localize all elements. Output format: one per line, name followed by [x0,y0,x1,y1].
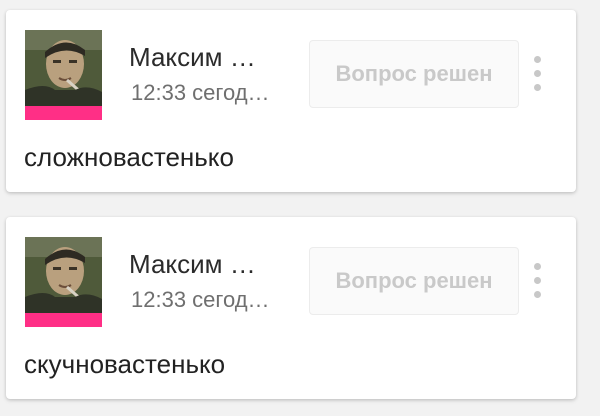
comment-text: скучновастенько [24,349,226,379]
menu-dot [534,70,541,77]
timestamp: 12:33 сегод… [131,80,270,105]
menu-dot [534,56,541,63]
timestamp: 12:33 сегод… [131,287,270,312]
author-name[interactable]: Максим … [129,249,289,279]
more-vertical-icon[interactable] [526,54,548,94]
avatar[interactable] [25,237,102,327]
menu-dot [534,277,541,284]
comment-text: сложновастенько [24,142,234,172]
avatar[interactable] [25,30,102,120]
comment-card: Максим … 12:33 сегод… Вопрос решен сложн… [6,10,576,192]
menu-dot [534,291,541,298]
resolve-button[interactable]: Вопрос решен [309,40,519,108]
comment-card: Максим … 12:33 сегод… Вопрос решен скучн… [6,217,576,399]
menu-dot [534,263,541,270]
resolve-button[interactable]: Вопрос решен [309,247,519,315]
author-name[interactable]: Максим … [129,42,289,72]
menu-dot [534,84,541,91]
more-vertical-icon[interactable] [526,261,548,301]
